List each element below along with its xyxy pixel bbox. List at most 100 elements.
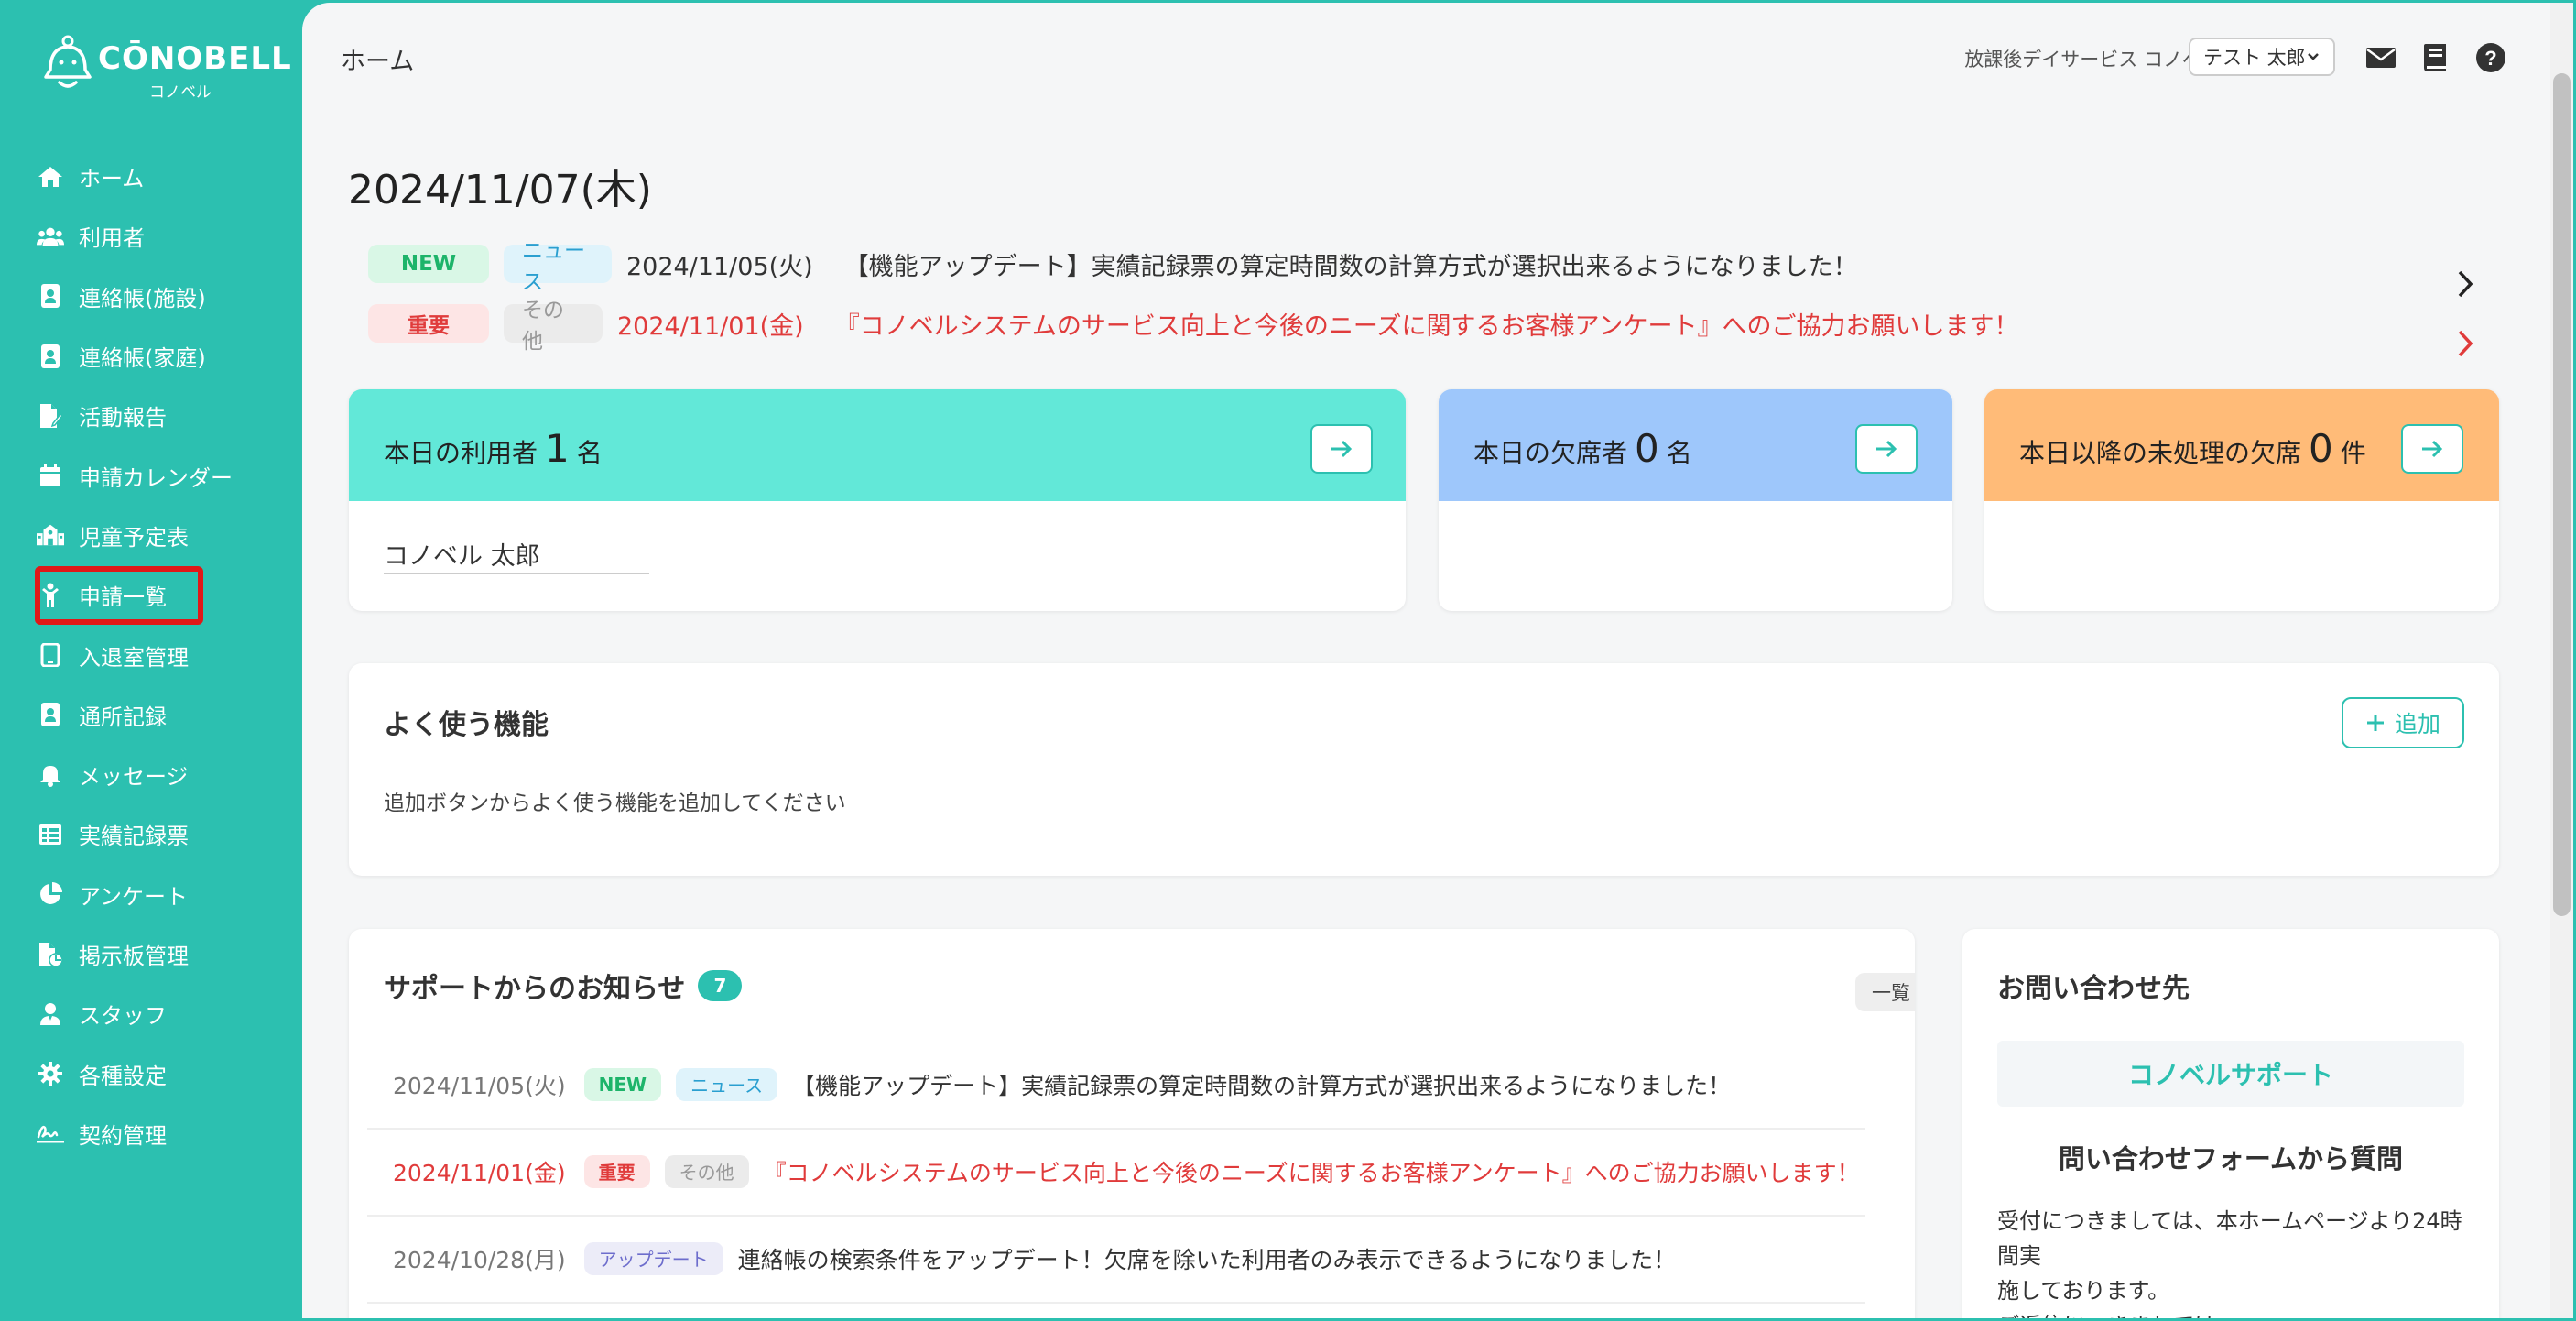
badge-news: ニュース (676, 1067, 778, 1101)
sidebar-item-home[interactable]: ホーム (37, 147, 284, 206)
badge-new: NEW (583, 1067, 662, 1101)
sidebar-item-label: メッセージ (79, 764, 189, 791)
stat-card-header: 本日の利用者 1 名 (349, 389, 1406, 501)
bell-icon (37, 761, 64, 789)
stat-label: 本日の利用者 (384, 438, 538, 468)
svg-text:?: ? (2484, 47, 2496, 70)
contact-subtitle: 問い合わせフォームから質問 (2058, 1143, 2404, 1174)
notice-text: 【機能アップデート】実績記録票の算定時間数の計算方式が選択出来るようになりました… (843, 252, 1858, 281)
favorites-card: よく使う機能 追加ボタンからよく使う機能を追加してください (349, 663, 2499, 876)
sidebar-item-label: アンケート (79, 883, 189, 910)
sidebar-item-label: 連絡帳(施設) (79, 285, 206, 311)
sidebar-nav: ホーム 利用者 連絡帳(施設) 連絡帳(家庭) 活動報告 申請カレンダー 児童予… (35, 147, 284, 1163)
sidebar-item-attendance-record[interactable]: 通所記録 (37, 685, 284, 745)
today-users-arrow-button[interactable] (1310, 424, 1373, 474)
support-row[interactable]: 2024/10/28(月) アップデート 連絡帳の検索条件をアップデート！欠席を… (367, 1215, 1865, 1304)
stat-count: 1 (545, 426, 570, 471)
support-title-wrap: サポートからのお知らせ 7 (384, 966, 743, 1006)
sidebar-item-board-management[interactable]: 掲示板管理 (37, 924, 284, 984)
sidebar-item-label: 活動報告 (79, 405, 167, 431)
scrollbar-thumb[interactable] (2553, 73, 2571, 916)
badge-update: アップデート (583, 1241, 723, 1275)
gear-icon (37, 1060, 64, 1087)
sidebar-item-request-calendar[interactable]: 申請カレンダー (37, 445, 284, 505)
stat-card-title: 本日の利用者 1 名 (384, 426, 603, 471)
badge-new: NEW (368, 245, 489, 283)
stat-card-header: 本日の欠席者 0 名 (1439, 389, 1952, 501)
sidebar-item-label: 児童予定表 (79, 524, 189, 551)
table-icon (37, 821, 64, 848)
contact-body-line: 受付につきましては、本ホームページより24時間実 (1997, 1208, 2462, 1269)
favorites-title: よく使う機能 (384, 709, 549, 741)
favorites-empty-text: 追加ボタンからよく使う機能を追加してください (384, 792, 846, 815)
notice-row[interactable]: 重要 その他 2024/11/01(金) 『コノベルシステムのサービス向上と今後… (368, 299, 2019, 354)
sidebar-item-label: スタッフ (79, 1003, 167, 1030)
arrow-right-icon (1331, 440, 1353, 458)
support-row-date: 2024/11/01(金) (393, 1159, 566, 1186)
sidebar-item-users[interactable]: 利用者 (37, 206, 284, 266)
sidebar-item-entry-exit[interactable]: 入退室管理 (37, 625, 284, 684)
sidebar-item-label: 利用者 (79, 225, 145, 252)
child-icon (37, 582, 64, 609)
support-row-text: 【機能アップデート】実績記録票の算定時間数の計算方式が選択出来るようになりました… (792, 1072, 1732, 1099)
sidebar-item-contact-home[interactable]: 連絡帳(家庭) (37, 326, 284, 386)
support-row-date: 2024/10/28(月) (393, 1246, 566, 1273)
date-heading: 2024/11/07(木) (348, 167, 652, 213)
user-select-value: テスト 太郎 (2203, 47, 2306, 69)
help-icon[interactable]: ? (2474, 41, 2507, 74)
support-title: サポートからのお知らせ (384, 973, 686, 1005)
support-row[interactable]: 2024/11/01(金) 重要 その他 『コノベルシステムのサービス向上と今後… (367, 1128, 1865, 1217)
contact-card: お問い合わせ先 コノベルサポート 問い合わせフォームから質問 受付につきましては… (1962, 929, 2499, 1318)
sidebar-item-survey[interactable]: アンケート (37, 865, 284, 924)
arrow-right-icon (2422, 440, 2443, 458)
today-absent-arrow-button[interactable] (1855, 424, 1918, 474)
sidebar-item-contract[interactable]: 契約管理 (37, 1104, 284, 1163)
sidebar-item-performance-record[interactable]: 実績記録票 (37, 804, 284, 864)
sidebar-item-child-schedule[interactable]: 児童予定表 (37, 506, 284, 565)
brand-name: CŌNOBELL (98, 40, 292, 77)
calendar-icon (37, 462, 64, 489)
badge-important: 重要 (368, 304, 489, 343)
support-count-badge: 7 (698, 970, 743, 1001)
notice-text: 『コノベルシステムのサービス向上と今後のニーズに関するお客様アンケート』へのご協… (834, 311, 2019, 341)
notice-date: 2024/11/05(火) (626, 252, 813, 281)
sidebar-item-message[interactable]: メッセージ (37, 745, 284, 804)
sidebar-item-activity-report[interactable]: 活動報告 (37, 386, 284, 445)
stat-card-title: 本日以降の未処理の欠席 0 件 (2019, 426, 2366, 471)
sidebar-item-staff[interactable]: スタッフ (37, 984, 284, 1043)
user-select[interactable]: テスト 太郎 (2189, 38, 2335, 76)
top-bar: ホーム 放課後デイサービス コノベル テスト 太郎 ? (302, 3, 2550, 113)
brand-subname: コノベル (149, 83, 212, 102)
today-user-entry[interactable]: コノベル 太郎 (384, 536, 649, 574)
sidebar-item-label: 入退室管理 (79, 644, 189, 671)
notice-row[interactable]: NEW ニュース 2024/11/05(火) 【機能アップデート】実績記録票の算… (368, 239, 1858, 294)
stat-card-header: 本日以降の未処理の欠席 0 件 (1984, 389, 2499, 501)
staff-icon (37, 1000, 64, 1028)
contact-support-name[interactable]: コノベルサポート (1997, 1041, 2464, 1107)
sidebar-item-contact-facility[interactable]: 連絡帳(施設) (37, 267, 284, 326)
mail-icon[interactable] (2364, 41, 2397, 74)
manual-book-icon[interactable] (2419, 41, 2452, 74)
sidebar-item-request-list[interactable]: 申請一覧 (35, 565, 284, 626)
sidebar-item-label: 各種設定 (79, 1063, 167, 1089)
add-favorite-label: 追加 (2394, 711, 2440, 737)
stat-card-today-absent: 本日の欠席者 0 名 (1439, 389, 1952, 611)
pending-absence-arrow-button[interactable] (2401, 424, 2463, 474)
stat-count: 0 (1635, 426, 1659, 471)
stat-unit: 名 (1666, 438, 1692, 468)
badge-news: ニュース (504, 239, 612, 294)
tablet-icon (37, 641, 64, 669)
sidebar: CŌNOBELL コノベル ホーム 利用者 連絡帳(施設) 連絡帳(家庭) 活動… (0, 0, 302, 1321)
sidebar-item-settings[interactable]: 各種設定 (37, 1043, 284, 1103)
chevron-right-icon[interactable] (2454, 268, 2476, 300)
chevron-down-icon (2308, 53, 2319, 60)
support-list-button[interactable]: 一覧 (1855, 973, 1915, 1011)
sidebar-item-label: 通所記録 (79, 704, 167, 730)
add-favorite-button[interactable]: 追加 (2342, 697, 2464, 748)
chevron-right-icon[interactable] (2454, 328, 2476, 359)
arrow-right-icon (1876, 440, 1897, 458)
support-row-text: 連絡帳の検索条件をアップデート！欠席を除いた利用者のみ表示できるようになりました… (737, 1246, 1677, 1273)
support-row[interactable]: 2024/11/05(火) NEW ニュース 【機能アップデート】実績記録票の算… (367, 1041, 1865, 1130)
pie-chart-icon (37, 880, 64, 908)
brand-logo[interactable]: CŌNOBELL コノベル (41, 35, 291, 102)
